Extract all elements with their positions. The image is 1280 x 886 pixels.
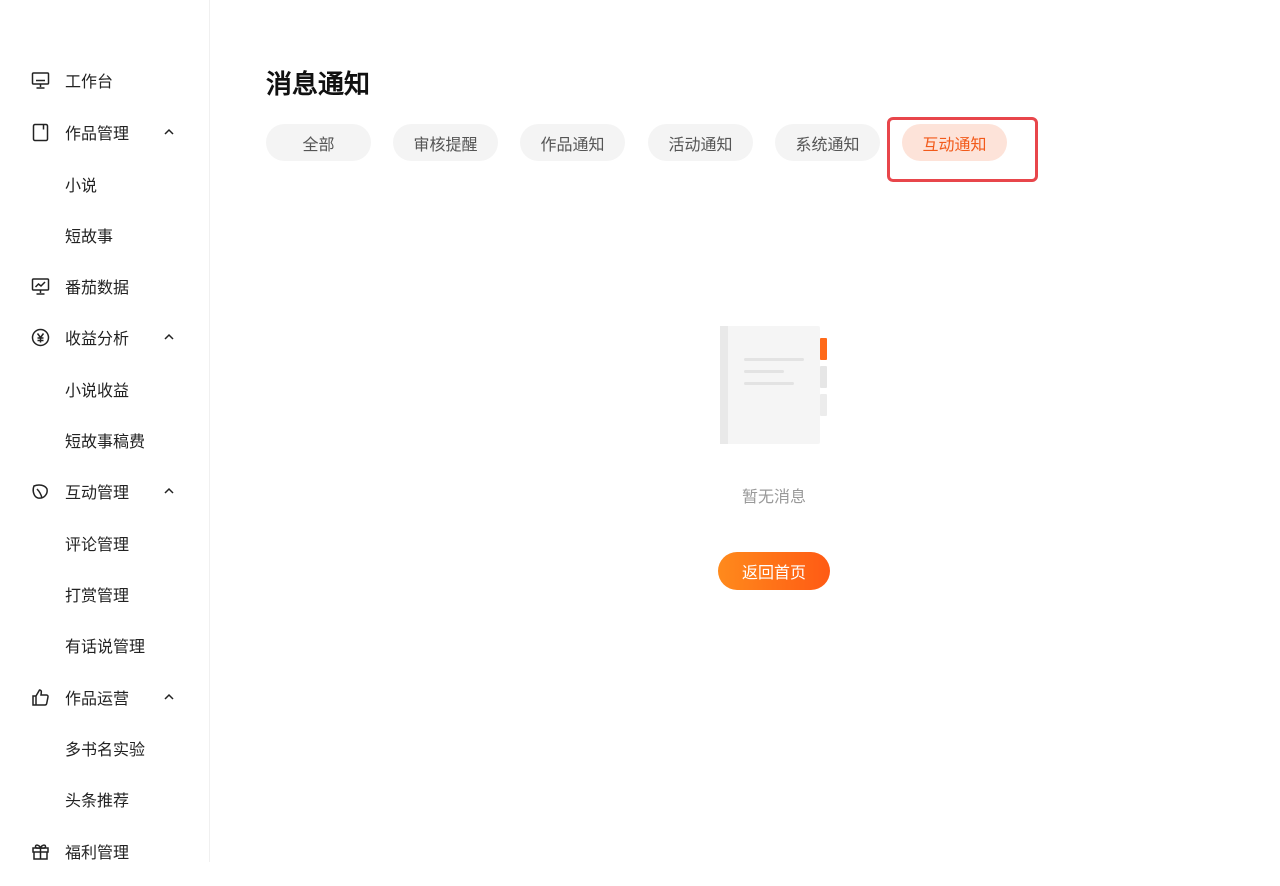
sidebar-item-title-experiment[interactable]: 多书名实验 <box>0 728 209 768</box>
chevron-up-icon[interactable] <box>162 330 176 344</box>
tab-work-notice[interactable]: 作品通知 <box>520 124 625 161</box>
sidebar-item-label: 短故事 <box>65 227 114 246</box>
sidebar-item-label: 番茄数据 <box>65 278 130 297</box>
page-title: 消息通知 <box>266 70 371 100</box>
sidebar-item-label: 工作台 <box>65 72 114 91</box>
notebook-icon <box>720 326 827 444</box>
sidebar-item-label: 小说 <box>65 176 98 195</box>
chevron-up-icon[interactable] <box>162 484 176 498</box>
sidebar-item-comments[interactable]: 评论管理 <box>0 523 209 563</box>
sidebar-item-novel[interactable]: 小说 <box>0 164 209 204</box>
sidebar-item-label: 作品运营 <box>65 689 130 708</box>
sidebar-item-works[interactable]: 作品管理 <box>0 112 209 152</box>
sidebar-item-benefits[interactable]: 福利管理 <box>0 831 209 871</box>
chart-monitor-icon <box>31 277 50 296</box>
sidebar-item-data[interactable]: 番茄数据 <box>0 266 209 306</box>
sidebar: 工作台 作品管理 小说 短故事 番茄数据 收益分析 小说收益 短故事稿费 互动管… <box>0 0 210 862</box>
sidebar-item-label: 福利管理 <box>65 843 130 862</box>
sidebar-item-label: 短故事稿费 <box>65 432 146 451</box>
sidebar-item-tips[interactable]: 打赏管理 <box>0 574 209 614</box>
monitor-icon <box>31 71 50 90</box>
chevron-up-icon[interactable] <box>162 125 176 139</box>
yen-circle-icon <box>31 328 50 347</box>
empty-state-illustration <box>716 320 836 454</box>
sidebar-item-label: 头条推荐 <box>65 791 130 810</box>
gift-icon <box>31 842 50 861</box>
sidebar-item-revenue[interactable]: 收益分析 <box>0 317 209 357</box>
tab-all[interactable]: 全部 <box>266 124 371 161</box>
sidebar-item-author-notes[interactable]: 有话说管理 <box>0 625 209 665</box>
thumbs-up-icon <box>31 688 50 707</box>
sidebar-item-novel-revenue[interactable]: 小说收益 <box>0 369 209 409</box>
sidebar-item-workbench[interactable]: 工作台 <box>0 60 209 100</box>
sidebar-item-label: 收益分析 <box>65 329 130 348</box>
sidebar-item-operations[interactable]: 作品运营 <box>0 677 209 717</box>
tab-system-notice[interactable]: 系统通知 <box>775 124 880 161</box>
sidebar-item-short-story[interactable]: 短故事 <box>0 215 209 255</box>
tab-review-reminder[interactable]: 审核提醒 <box>393 124 498 161</box>
sidebar-item-label: 互动管理 <box>65 483 130 502</box>
sidebar-item-label: 有话说管理 <box>65 637 146 656</box>
sidebar-item-label: 评论管理 <box>65 535 130 554</box>
empty-state-text: 暂无消息 <box>741 487 806 506</box>
sidebar-item-short-story-fee[interactable]: 短故事稿费 <box>0 420 209 460</box>
leaf-icon <box>31 482 50 501</box>
tab-activity-notice[interactable]: 活动通知 <box>648 124 753 161</box>
sidebar-item-toutiao-recommend[interactable]: 头条推荐 <box>0 779 209 819</box>
sidebar-item-label: 打赏管理 <box>65 586 130 605</box>
main-content: 消息通知 全部 审核提醒 作品通知 活动通知 系统通知 互动通知 暂无消息 返回… <box>266 0 1280 886</box>
sidebar-item-interaction[interactable]: 互动管理 <box>0 471 209 511</box>
sidebar-item-label: 多书名实验 <box>65 740 146 759</box>
tab-interaction-notice[interactable]: 互动通知 <box>902 124 1007 161</box>
book-icon <box>31 123 50 142</box>
sidebar-item-label: 作品管理 <box>65 124 130 143</box>
chevron-up-icon[interactable] <box>162 690 176 704</box>
back-home-button[interactable]: 返回首页 <box>718 552 830 590</box>
sidebar-item-label: 小说收益 <box>65 381 130 400</box>
